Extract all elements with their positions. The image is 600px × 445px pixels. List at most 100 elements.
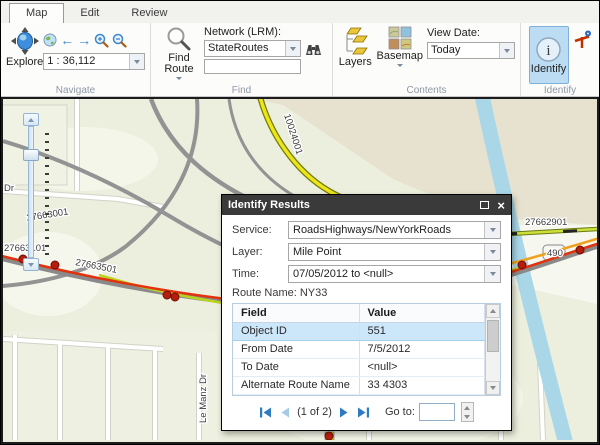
maximize-icon[interactable] [480,201,489,209]
cell-field[interactable]: To Date [233,358,359,376]
first-page-button[interactable] [259,407,272,418]
cell-field[interactable]: Object ID [233,322,359,340]
table-scrollbar[interactable] [485,304,500,395]
column-header-field[interactable]: Field [233,304,359,322]
layers-button[interactable]: Layers [338,26,373,83]
view-date-label: View Date: [427,27,515,40]
street-label-le-manz-dr: Le Manz Dr [198,374,209,423]
previous-extent-icon[interactable]: ← [60,33,74,47]
network-combobox[interactable]: StateRoutes [204,40,301,57]
chevron-down-icon [490,386,496,390]
layer-combobox[interactable]: Mile Point [288,243,501,261]
zoom-out-icon[interactable] [112,33,127,48]
time-value: 07/05/2012 to <null> [289,266,484,282]
table-row[interactable]: Object ID 551 [233,322,485,340]
explore-button[interactable]: Explore [6,26,43,83]
zoom-slider-handle[interactable] [23,149,39,161]
shield-number: 490 [547,248,563,259]
basemap-button[interactable]: Basemap [377,26,423,83]
full-extent-globe-icon[interactable] [43,33,57,47]
chevron-up-icon [490,309,496,313]
navigate-group-label: Navigate [1,85,150,96]
service-label: Service: [232,224,288,236]
scale-value: 1 : 36,112 [44,54,129,69]
group-contents: Layers Basemap [333,23,521,96]
scale-dropdown-button[interactable] [129,54,144,69]
map-zoom-slider[interactable] [23,113,53,271]
group-identify: i Identify Identify [521,23,599,96]
next-extent-icon[interactable]: → [77,33,91,47]
layer-value: Mile Point [289,244,484,260]
cell-value[interactable]: <null> [359,358,485,376]
cell-field[interactable]: Alternate Route Name [233,376,359,394]
zoom-out-slider-button[interactable] [23,258,39,271]
zoom-in-icon[interactable] [94,33,109,48]
identify-icon: i [535,36,562,63]
network-value: StateRoutes [205,41,285,56]
close-icon[interactable]: × [497,199,505,212]
column-header-value[interactable]: Value [359,304,485,322]
identify-group-label: Identify [521,85,599,96]
scrollbar-thumb[interactable] [487,320,499,352]
chevron-up-icon [28,118,34,122]
scroll-down-button[interactable] [486,381,500,395]
ribbon-tab-bar: Map Edit Review [1,1,599,23]
identify-button[interactable]: i Identify [529,26,569,84]
view-date-combobox[interactable]: Today [427,42,515,59]
explore-icon [10,26,40,56]
contents-group-label: Contents [333,85,520,96]
view-date-dropdown-button[interactable] [499,43,514,58]
zoom-in-slider-button[interactable] [23,113,39,126]
goto-page-input[interactable] [419,403,455,421]
service-dropdown-button[interactable] [484,222,500,238]
scroll-up-button[interactable] [486,304,500,318]
app-window: Map Edit Review Explore [0,0,600,445]
last-page-button[interactable] [357,407,370,418]
find-route-label: Find Route [159,53,199,75]
tab-edit[interactable]: Edit [64,4,115,23]
find-group-label: Find [151,85,332,96]
network-lrm-label: Network (LRM): [204,26,322,39]
goto-spinner[interactable] [461,402,474,422]
time-combobox[interactable]: 07/05/2012 to <null> [288,265,501,283]
tab-review[interactable]: Review [115,4,183,23]
next-page-button[interactable] [339,407,350,418]
cell-value[interactable]: 7/5/2012 [359,340,485,358]
intersection-info-icon[interactable] [573,30,592,50]
chevron-down-icon [176,77,182,80]
layer-dropdown-button[interactable] [484,244,500,260]
cell-value[interactable]: 33 4303 [359,376,485,394]
layers-icon [342,26,368,56]
dialog-title-bar[interactable]: Identify Results × [222,195,511,215]
service-combobox[interactable]: RoadsHighways/NewYorkRoads [288,221,501,239]
find-route-button[interactable]: Find Route [156,26,202,83]
scale-combobox[interactable]: 1 : 36,112 [43,53,145,70]
table-row[interactable]: To Date <null> [233,358,485,376]
service-value: RoadsHighways/NewYorkRoads [289,222,484,238]
binoculars-icon[interactable] [305,42,322,56]
route-value-input[interactable] [204,59,301,74]
view-date-value: Today [428,43,499,58]
map-label-route4: 27662901 [525,217,567,228]
layer-label: Layer: [232,246,288,258]
cell-value[interactable]: 551 [359,322,485,340]
time-dropdown-button[interactable] [484,266,500,282]
group-find: Find Route Network (LRM): StateRoutes [151,23,333,96]
map-viewport[interactable]: 27663001 27663101 27663501 27662901 1002… [1,97,599,444]
network-dropdown-button[interactable] [285,41,300,56]
layers-label: Layers [339,57,372,68]
attributes-table: Field Value Object ID 551 From Date 7/5/… [232,303,501,396]
table-row[interactable]: Alternate Route Name 33 4303 [233,376,485,394]
zoom-slider-track[interactable] [28,126,34,258]
table-header-row: Field Value [233,304,485,322]
table-row[interactable]: From Date 7/5/2012 [233,340,485,358]
ribbon-toolbar: Explore ← → [1,23,599,97]
find-route-icon [166,26,192,52]
chevron-up-icon [464,406,470,410]
chevron-down-icon [397,64,403,67]
previous-page-button[interactable] [279,407,290,418]
dialog-title: Identify Results [228,199,480,211]
cell-field[interactable]: From Date [233,340,359,358]
tab-map[interactable]: Map [9,3,64,23]
chevron-down-icon [504,49,510,53]
